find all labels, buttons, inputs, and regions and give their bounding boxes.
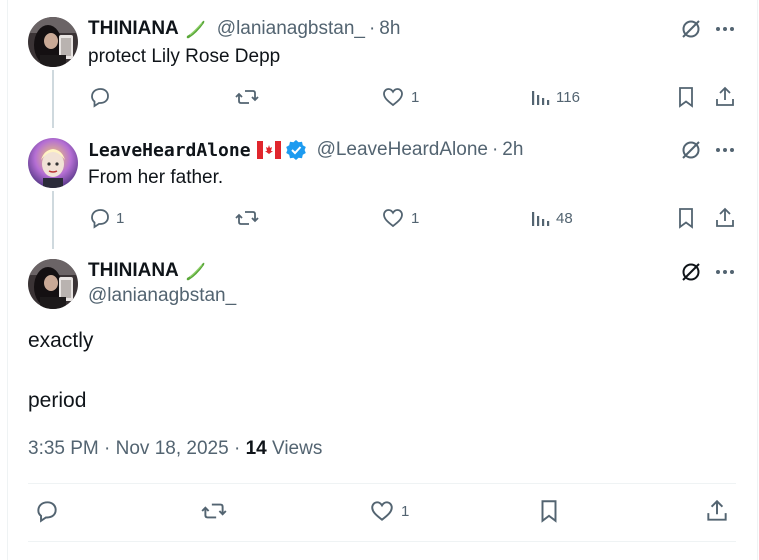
views-label[interactable]: Views (272, 438, 322, 459)
reply-count: 1 (116, 209, 125, 227)
views-count: 116 (556, 88, 580, 106)
handle[interactable]: @LeaveHeardAlone (317, 139, 488, 161)
tweet-text: protect Lily Rose Depp (88, 46, 281, 67)
share-icon[interactable] (713, 85, 737, 109)
tweet-header: THINIANA @lanianagbstan_ · 8h (88, 18, 400, 40)
repost-button[interactable] (234, 206, 264, 230)
reply-button[interactable] (88, 85, 116, 109)
reply-button[interactable]: 1 (88, 206, 124, 230)
tweet-text-line2: period (28, 389, 87, 412)
timestamp[interactable]: 8h (379, 18, 400, 40)
tweet-header: LeaveHeardAlone @LeaveHeardAlone · 2h (88, 139, 523, 161)
repost-button[interactable] (234, 85, 264, 109)
separator-dot: · (368, 18, 376, 39)
separator-dot: · (491, 139, 499, 160)
share-icon[interactable] (713, 206, 737, 230)
handle[interactable]: @lanianagbstan_ (217, 18, 365, 40)
bookmark-icon[interactable] (675, 85, 697, 109)
grok-icon[interactable] (679, 138, 703, 162)
grok-icon[interactable] (679, 17, 703, 41)
bookmark-icon[interactable] (675, 206, 697, 230)
share-icon[interactable] (704, 498, 730, 524)
views-count: 48 (556, 209, 573, 227)
views-button[interactable]: 48 (530, 206, 573, 230)
views-count: 14 (245, 438, 267, 459)
cucumber-icon (183, 260, 207, 282)
cucumber-icon (183, 18, 207, 40)
canada-flag-icon (256, 141, 281, 159)
tweet-timestamp[interactable]: 3:35 PM · Nov 18, 2025 (28, 438, 229, 459)
tweet-text-line1: exactly (28, 329, 94, 352)
tweet-metadata: 3:35 PM · Nov 18, 2025 · 14 Views (28, 438, 322, 460)
separator-dot: · (233, 438, 246, 459)
like-count: 1 (411, 88, 420, 106)
bookmark-icon[interactable] (537, 498, 561, 524)
timestamp[interactable]: 2h (502, 139, 523, 161)
avatar[interactable] (28, 138, 78, 188)
more-icon[interactable] (714, 260, 736, 284)
handle[interactable]: @lanianagbstan_ (88, 285, 236, 307)
divider (28, 483, 736, 484)
tweet-text: From her father. (88, 167, 224, 188)
like-count: 1 (411, 209, 420, 227)
like-button[interactable]: 1 (381, 206, 419, 230)
thread-line (52, 191, 54, 249)
avatar[interactable] (28, 259, 78, 309)
like-button[interactable]: 1 (369, 498, 409, 524)
divider (28, 541, 736, 542)
thread-line (52, 70, 54, 128)
avatar[interactable] (28, 17, 78, 67)
display-name[interactable]: THINIANA (88, 260, 179, 282)
more-icon[interactable] (714, 17, 736, 41)
like-count: 1 (401, 502, 410, 520)
more-icon[interactable] (714, 138, 736, 162)
grok-icon[interactable] (679, 260, 703, 284)
views-button[interactable]: 116 (530, 85, 580, 109)
display-name[interactable]: THINIANA (88, 18, 179, 40)
display-name[interactable]: LeaveHeardAlone (88, 140, 251, 161)
reply-button[interactable] (34, 498, 60, 524)
repost-button[interactable] (200, 498, 228, 524)
main-tweet-header: THINIANA (88, 260, 207, 282)
like-button[interactable]: 1 (381, 85, 419, 109)
verified-badge-icon[interactable] (285, 139, 307, 161)
